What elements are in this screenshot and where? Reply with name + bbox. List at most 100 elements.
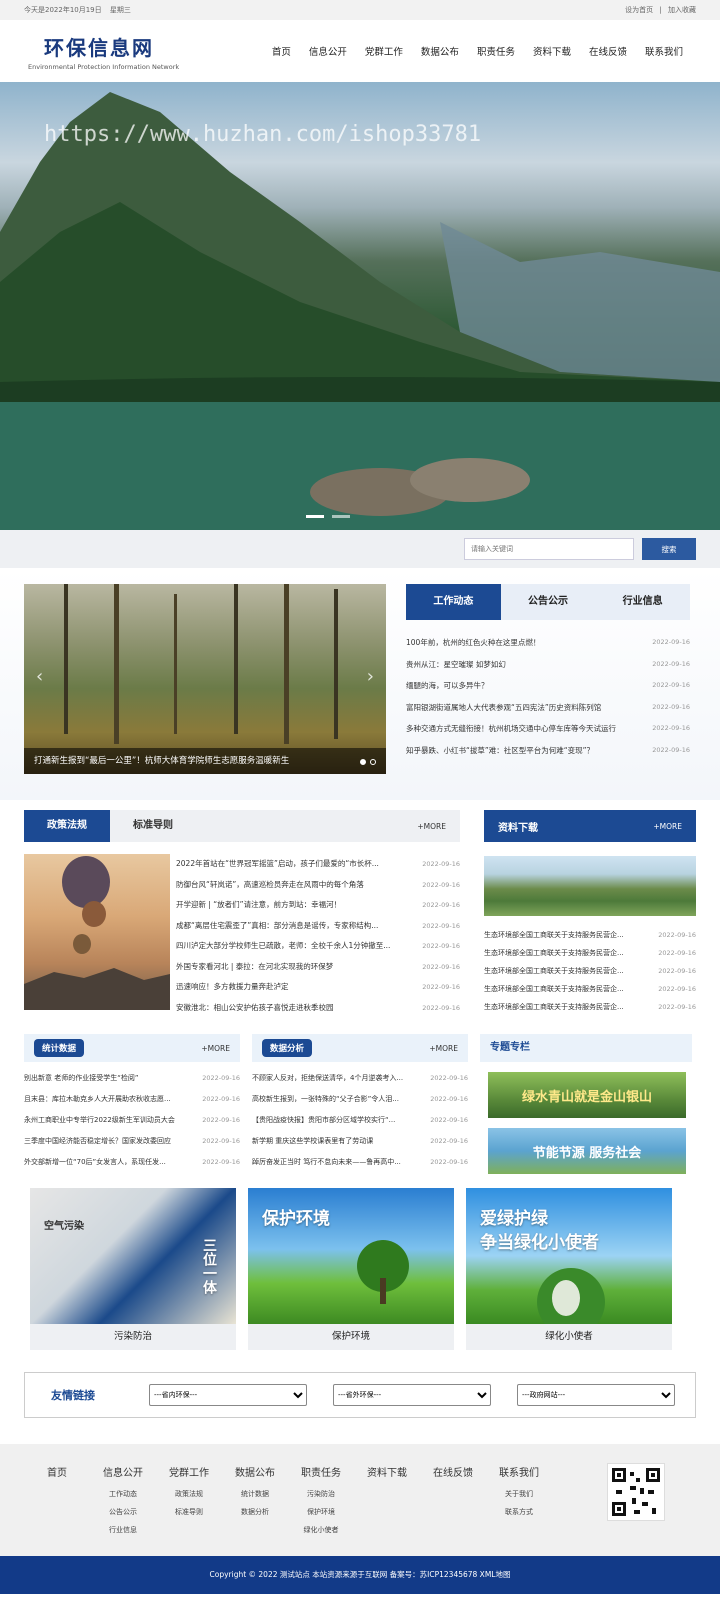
footer-nav-head[interactable]: 资料下载 — [354, 1464, 420, 1479]
list-item[interactable]: 缅腿的海，可以多异牛？ 2022-09-16 — [406, 675, 690, 697]
list-item[interactable]: 四川泸定大部分学校师生已疏散，老师：全校千余人1分钟撤至... 2022-09-1… — [176, 936, 460, 957]
footer-nav-head[interactable]: 职责任务 — [288, 1464, 354, 1479]
list-item[interactable]: 别出新意 老师的作业接受学生“检阅” 2022-09-16 — [24, 1068, 240, 1089]
footer-nav: 首页 信息公开 工作动态 公告公示 行业信息 党群工作 政策法规 标准导则 数据… — [24, 1464, 696, 1539]
list-item[interactable]: 且末县：库拉木勒克乡人大开展助农秋收志愿... 2022-09-16 — [24, 1089, 240, 1110]
list-item[interactable]: 贵州从江：星空璀璨 如梦如幻 2022-09-16 — [406, 654, 690, 676]
footer-nav-link[interactable]: 行业信息 — [90, 1521, 156, 1539]
list-item[interactable]: 2022年首站在“世界冠军摇篮”启动，孩子们最爱的“市长杯... 2022-09-… — [176, 854, 460, 875]
tab-industry-info[interactable]: 行业信息 — [595, 584, 690, 620]
nav-duties[interactable]: 职责任务 — [468, 44, 524, 58]
list-item[interactable]: 外国专家看河北 | 泰拉：在河北实现我的环保梦 2022-09-16 — [176, 957, 460, 978]
list-item[interactable]: 不顾家人反对，拒绝保送清华，4个月逆袭考入... 2022-09-16 — [252, 1068, 468, 1089]
footer-nav-head[interactable]: 首页 — [24, 1464, 90, 1479]
footer-nav-link[interactable]: 联系方式 — [486, 1503, 552, 1521]
list-item[interactable]: 知乎暴跌、小红书“拔草”难：社区型平台为何难“变现”？ 2022-09-16 — [406, 740, 690, 762]
special-banner-green-mountains[interactable]: 绿水青山就是金山银山 — [488, 1072, 686, 1118]
list-item[interactable]: 高校新生报到，一张特殊的“父子合影”令人泪... 2022-09-16 — [252, 1089, 468, 1110]
list-item[interactable]: 新学期 重庆这些学校课表里有了劳动课 2022-09-16 — [252, 1131, 468, 1152]
nav-feedback[interactable]: 在线反馈 — [580, 44, 636, 58]
policy-date: 2022-09-16 — [422, 1003, 460, 1012]
slider-caption[interactable]: 打通新生报到“最后一公里”！杭师大体育学院师生志愿服务温暖新生 — [24, 748, 386, 774]
tab-announcements[interactable]: 公告公示 — [501, 584, 596, 620]
footer-nav-link[interactable]: 统计数据 — [222, 1485, 288, 1503]
list-item[interactable]: 【贵阳战疫快报】贵阳市部分区域学校实行“... 2022-09-16 — [252, 1110, 468, 1131]
policy-box: 政策法规 标准导则 +MORE 2022年首站在“世界冠军摇篮”启动，孩子们最爱… — [24, 810, 460, 1018]
list-item[interactable]: 生态环境部全国工商联关于支持服务民营企... 2022-09-16 — [484, 980, 696, 998]
stats-more-link[interactable]: +MORE — [201, 1044, 230, 1053]
list-item[interactable]: 踔厉奋发正当时 笃行不怠向未来——鲁再高中... 2022-09-16 — [252, 1152, 468, 1173]
footer-nav-head[interactable]: 联系我们 — [486, 1464, 552, 1479]
card-green-envoy[interactable]: 爱绿护绿 争当绿化小使者 绿化小使者 — [466, 1188, 672, 1350]
footer-nav-link[interactable]: 工作动态 — [90, 1485, 156, 1503]
nav-data-publish[interactable]: 数据公布 — [412, 44, 468, 58]
hero-banner[interactable]: https://www.huzhan.com/ishop33781 — [0, 82, 720, 530]
search-input[interactable] — [464, 538, 634, 560]
footer-nav-link[interactable]: 关于我们 — [486, 1485, 552, 1503]
list-item[interactable]: 富阳银湖街道属地人大代表参观“五四宪法”历史资料陈列馆 2022-09-16 — [406, 697, 690, 719]
list-item[interactable]: 成都“离层住宅震歪了”真相：部分消息是谣传，专家称结构... 2022-09-16 — [176, 916, 460, 937]
slider-dot-1[interactable] — [360, 759, 366, 765]
footer-nav-link[interactable]: 污染防治 — [288, 1485, 354, 1503]
special-banner-energy-saving[interactable]: 节能节源 服务社会 — [488, 1128, 686, 1174]
list-item[interactable]: 多种交通方式无缝衔接！杭州机场交通中心停车库等今天试运行 2022-09-16 — [406, 718, 690, 740]
nav-downloads[interactable]: 资料下载 — [524, 44, 580, 58]
footer-nav-link[interactable]: 政策法规 — [156, 1485, 222, 1503]
policy-more-link[interactable]: +MORE — [417, 822, 446, 831]
gov-sites-select[interactable]: ---政府网站--- — [517, 1384, 675, 1406]
qr-code-icon — [608, 1464, 664, 1520]
footer-nav-head[interactable]: 在线反馈 — [420, 1464, 486, 1479]
slider-dot-2[interactable] — [370, 759, 376, 765]
footer-nav-link[interactable]: 绿化小使者 — [288, 1521, 354, 1539]
footer-nav-link[interactable]: 标准导则 — [156, 1503, 222, 1521]
list-item[interactable]: 生态环境部全国工商联关于支持服务民营企... 2022-09-16 — [484, 962, 696, 980]
tab-work-news[interactable]: 工作动态 — [406, 584, 501, 620]
tab-policy[interactable]: 政策法规 — [24, 810, 110, 842]
footer-nav-link[interactable]: 数据分析 — [222, 1503, 288, 1521]
header: 环保信息网 Environmental Protection Informati… — [0, 20, 720, 82]
analysis-more-link[interactable]: +MORE — [429, 1044, 458, 1053]
landscape-image[interactable] — [484, 856, 696, 916]
list-item[interactable]: 开学迎新 | “放者们”请注意，前方到站：幸福河！ 2022-09-16 — [176, 895, 460, 916]
list-item[interactable]: 生态环境部全国工商联关于支持服务民营企... 2022-09-16 — [484, 998, 696, 1016]
download-item-title: 生态环境部全国工商联关于支持服务民营企... — [484, 985, 624, 993]
add-favorite-link[interactable]: 加入收藏 — [668, 6, 696, 14]
outer-env-select[interactable]: ---省外环保--- — [333, 1384, 491, 1406]
site-logo[interactable]: 环保信息网 Environmental Protection Informati… — [28, 32, 179, 71]
nav-home[interactable]: 首页 — [263, 44, 300, 58]
slider-prev-arrow[interactable]: ‹ — [36, 666, 43, 687]
nav-party-work[interactable]: 党群工作 — [356, 44, 412, 58]
set-home-link[interactable]: 设为首页 — [625, 6, 653, 14]
download-more-link[interactable]: +MORE — [653, 822, 682, 831]
balloon-image[interactable] — [24, 854, 170, 1010]
list-item[interactable]: 安徽淮北：相山公安护佑孩子喜悦走进秋季校园 2022-09-16 — [176, 998, 460, 1019]
list-item[interactable]: 迅速响应！多方救援力量奔赴泸定 2022-09-16 — [176, 977, 460, 998]
nav-contact[interactable]: 联系我们 — [636, 44, 692, 58]
list-item[interactable]: 三季度中国经济能否稳定增长？国家发改委回应 2022-09-16 — [24, 1131, 240, 1152]
download-item-title: 生态环境部全国工商联关于支持服务民营企... — [484, 949, 624, 957]
list-item[interactable]: 生态环境部全国工商联关于支持服务民营企... 2022-09-16 — [484, 944, 696, 962]
banner-dot-1[interactable] — [306, 515, 324, 518]
card-image-text: 爱绿护绿 — [480, 1209, 548, 1229]
list-item[interactable]: 外交部新增一位“70后”女发言人，系现任发... 2022-09-16 — [24, 1152, 240, 1173]
list-item[interactable]: 防御台风“轩岚诺”，高速巡检员奔走在风雨中的每个角落 2022-09-16 — [176, 875, 460, 896]
footer-nav-link[interactable]: 公告公示 — [90, 1503, 156, 1521]
banner-dot-2[interactable] — [332, 515, 350, 518]
top-bar: 今天是2022年10月19日 星期三 设为首页 | 加入收藏 — [0, 0, 720, 20]
card-protect-env[interactable]: 保护环境 保护环境 — [248, 1188, 454, 1350]
footer-nav-link[interactable]: 保护环境 — [288, 1503, 354, 1521]
list-item[interactable]: 永州工商职业中专举行2022级新生军训动员大会 2022-09-16 — [24, 1110, 240, 1131]
footer-nav-head[interactable]: 党群工作 — [156, 1464, 222, 1479]
slider-next-arrow[interactable]: › — [367, 666, 374, 687]
list-item[interactable]: 生态环境部全国工商联关于支持服务民营企... 2022-09-16 — [484, 926, 696, 944]
footer-nav-head[interactable]: 数据公布 — [222, 1464, 288, 1479]
card-pollution-control[interactable]: 空气污染 三位一体 污染防治 — [30, 1188, 236, 1350]
footer-nav-head[interactable]: 信息公开 — [90, 1464, 156, 1479]
stats-item-date: 2022-09-16 — [202, 1074, 240, 1082]
tab-standards[interactable]: 标准导则 — [110, 810, 196, 842]
province-env-select[interactable]: ---省内环保--- — [149, 1384, 307, 1406]
list-item[interactable]: 100年前，杭州的红色火种在这里点燃！ 2022-09-16 — [406, 632, 690, 654]
search-button[interactable]: 搜索 — [642, 538, 696, 560]
news-slider[interactable]: ‹ › 打通新生报到“最后一公里”！杭师大体育学院师生志愿服务温暖新生 — [24, 584, 386, 774]
nav-info-open[interactable]: 信息公开 — [300, 44, 356, 58]
